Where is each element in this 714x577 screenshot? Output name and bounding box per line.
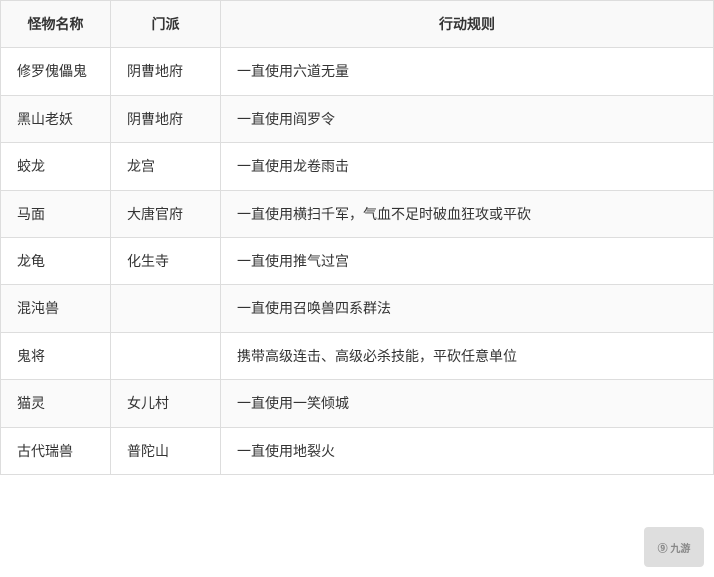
header-name: 怪物名称 [1, 1, 111, 48]
cell-faction: 阴曹地府 [111, 48, 221, 95]
table-row: 古代瑞兽普陀山一直使用地裂火 [1, 427, 714, 474]
cell-rule: 一直使用龙卷雨击 [221, 143, 714, 190]
watermark: ⑨ 九游 [644, 527, 704, 567]
table-row: 马面大唐官府一直使用横扫千军，气血不足时破血狂攻或平砍 [1, 190, 714, 237]
table-row: 修罗傀儡鬼阴曹地府一直使用六道无量 [1, 48, 714, 95]
cell-faction: 普陀山 [111, 427, 221, 474]
cell-monster-name: 混沌兽 [1, 285, 111, 332]
cell-rule: 一直使用六道无量 [221, 48, 714, 95]
cell-monster-name: 马面 [1, 190, 111, 237]
table-row: 猫灵女儿村一直使用一笑倾城 [1, 380, 714, 427]
cell-rule: 一直使用地裂火 [221, 427, 714, 474]
watermark-logo: ⑨ 九游 [658, 540, 691, 555]
table-header-row: 怪物名称 门派 行动规则 [1, 1, 714, 48]
cell-faction: 女儿村 [111, 380, 221, 427]
header-faction: 门派 [111, 1, 221, 48]
cell-monster-name: 古代瑞兽 [1, 427, 111, 474]
cell-faction [111, 332, 221, 379]
cell-monster-name: 鬼将 [1, 332, 111, 379]
monster-table: 怪物名称 门派 行动规则 修罗傀儡鬼阴曹地府一直使用六道无量黑山老妖阴曹地府一直… [0, 0, 714, 475]
cell-monster-name: 猫灵 [1, 380, 111, 427]
header-rule: 行动规则 [221, 1, 714, 48]
cell-monster-name: 修罗傀儡鬼 [1, 48, 111, 95]
cell-monster-name: 蛟龙 [1, 143, 111, 190]
main-container: 怪物名称 门派 行动规则 修罗傀儡鬼阴曹地府一直使用六道无量黑山老妖阴曹地府一直… [0, 0, 714, 577]
cell-faction: 阴曹地府 [111, 95, 221, 142]
cell-faction: 大唐官府 [111, 190, 221, 237]
table-row: 黑山老妖阴曹地府一直使用阎罗令 [1, 95, 714, 142]
table-row: 龙龟化生寺一直使用推气过宫 [1, 237, 714, 284]
table-row: 蛟龙龙宫一直使用龙卷雨击 [1, 143, 714, 190]
cell-rule: 一直使用推气过宫 [221, 237, 714, 284]
cell-rule: 一直使用横扫千军，气血不足时破血狂攻或平砍 [221, 190, 714, 237]
cell-faction: 化生寺 [111, 237, 221, 284]
cell-monster-name: 龙龟 [1, 237, 111, 284]
cell-rule: 一直使用一笑倾城 [221, 380, 714, 427]
table-row: 鬼将 携带高级连击、高级必杀技能，平砍任意单位 [1, 332, 714, 379]
cell-rule: 一直使用召唤兽四系群法 [221, 285, 714, 332]
cell-faction [111, 285, 221, 332]
cell-rule: 携带高级连击、高级必杀技能，平砍任意单位 [221, 332, 714, 379]
table-row: 混沌兽 一直使用召唤兽四系群法 [1, 285, 714, 332]
cell-faction: 龙宫 [111, 143, 221, 190]
cell-rule: 一直使用阎罗令 [221, 95, 714, 142]
cell-monster-name: 黑山老妖 [1, 95, 111, 142]
